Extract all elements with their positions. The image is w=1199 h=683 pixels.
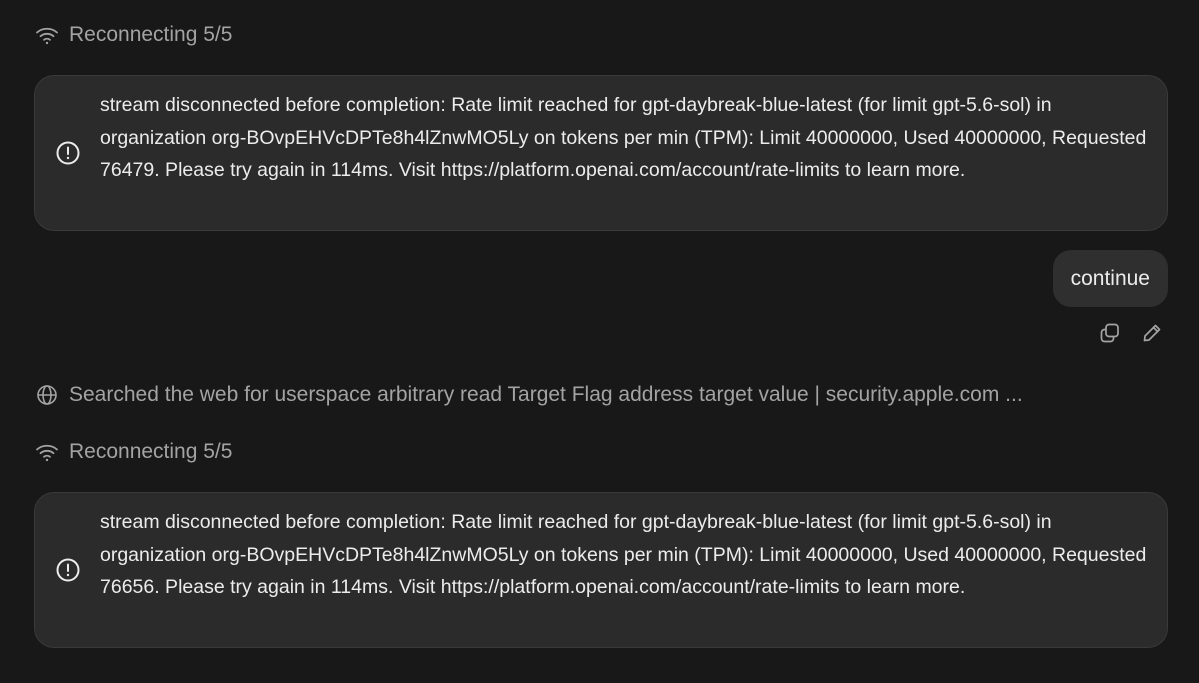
message-actions	[1097, 320, 1165, 346]
user-message-bubble: continue	[1052, 250, 1168, 307]
reconnecting-status-bottom: Reconnecting 5/5	[34, 437, 232, 467]
user-message-text: continue	[1070, 266, 1150, 290]
web-search-status[interactable]: Searched the web for userspace arbitrary…	[34, 380, 1023, 410]
error-message-text: stream disconnected before completion: R…	[100, 94, 1147, 182]
error-message-text: stream disconnected before completion: R…	[100, 511, 1147, 599]
reconnecting-label: Reconnecting 5/5	[69, 23, 233, 46]
error-message-card: stream disconnected before completion: R…	[34, 492, 1168, 648]
web-search-label: Searched the web for userspace arbitrary…	[69, 383, 1023, 406]
alert-circle-icon	[55, 140, 81, 166]
wifi-icon	[34, 22, 60, 48]
reconnecting-status-top: Reconnecting 5/5	[34, 20, 232, 50]
copy-icon[interactable]	[1097, 320, 1123, 346]
alert-circle-icon	[55, 557, 81, 583]
reconnecting-label: Reconnecting 5/5	[69, 440, 233, 463]
wifi-icon	[34, 439, 60, 465]
edit-icon[interactable]	[1139, 320, 1165, 346]
globe-icon	[34, 382, 60, 408]
error-message-card: stream disconnected before completion: R…	[34, 75, 1168, 231]
